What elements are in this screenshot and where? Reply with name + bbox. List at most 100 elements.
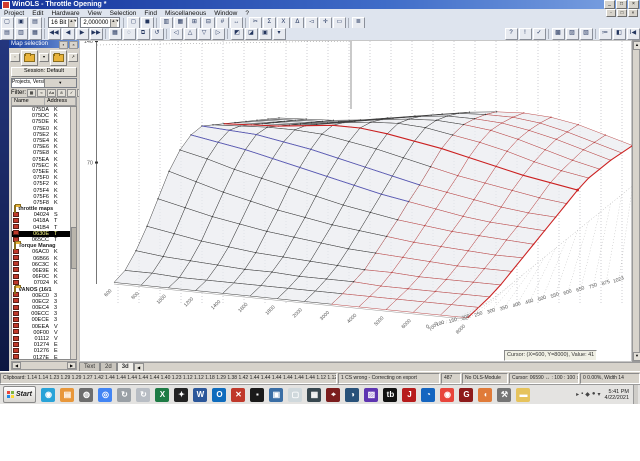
map-pack-1-button[interactable]: ▩ xyxy=(551,28,565,40)
menu-item-[interactable]: ? xyxy=(241,10,253,17)
map-list-row[interactable]: 075EC K xyxy=(12,163,76,169)
factor-combo[interactable]: 2,000000 ▲▼ xyxy=(80,17,121,28)
taskbar-icon-blue-bird[interactable]: ◔ xyxy=(421,387,436,402)
open-project-button[interactable] xyxy=(20,49,39,66)
import-file-button[interactable] xyxy=(49,49,68,66)
help-button[interactable]: ? xyxy=(504,28,518,40)
properties-button[interactable]: ▣ xyxy=(14,16,28,29)
previous-button[interactable]: ◅ xyxy=(304,16,318,29)
first-map-button[interactable]: ◀◀ xyxy=(47,28,61,40)
open-dropdown-button[interactable]: ▾ xyxy=(39,53,49,62)
scroll-up-icon[interactable]: ▲ xyxy=(633,41,640,50)
move-button[interactable]: ✛ xyxy=(318,16,332,29)
map-folder-row[interactable]: Torque Manag xyxy=(12,242,76,251)
cut-button[interactable]: ✂ xyxy=(248,16,262,29)
filter-button-2[interactable]: Aa xyxy=(47,89,56,97)
map-list-row[interactable]: 0127E E xyxy=(12,354,76,359)
table-button[interactable]: ▦ xyxy=(173,16,187,29)
map-list-row[interactable]: 075E8 K xyxy=(12,150,76,156)
map-pack-3-button[interactable]: ▧ xyxy=(579,28,593,40)
map-list-row[interactable]: 075DC K xyxy=(12,113,76,119)
tray-icon-4[interactable]: ▾ xyxy=(598,391,601,398)
taskbar-icon-explorer[interactable]: ▣ xyxy=(269,387,284,402)
map-list-row[interactable]: 0418A T xyxy=(12,217,76,224)
taskbar-icon-chrome-canary[interactable]: ◉ xyxy=(440,387,455,402)
window-control-1[interactable]: □ xyxy=(616,0,627,9)
undo-button[interactable]: ↺ xyxy=(150,28,164,40)
taskbar-icon-book[interactable]: ✦ xyxy=(174,387,189,402)
tray-icon-2[interactable]: ◆ xyxy=(585,391,590,398)
map-list-row[interactable]: 06F0C K xyxy=(12,273,76,280)
taskbar-icon-sync-2[interactable]: ↻ xyxy=(136,387,151,402)
text-view-button[interactable]: ▤ xyxy=(28,16,42,29)
print-button[interactable]: ▥ xyxy=(14,28,28,40)
project-button[interactable]: ▤ xyxy=(0,28,14,40)
taskbar-icon-chrome[interactable]: ◎ xyxy=(98,387,113,402)
list-scrollbar[interactable] xyxy=(70,107,76,359)
map-list-row[interactable]: 075F8 K xyxy=(12,200,76,206)
merge-button[interactable]: ⊟ xyxy=(201,16,215,29)
map-list-row[interactable]: 075DA K xyxy=(12,107,76,113)
menu-item-window[interactable]: Window xyxy=(210,10,241,17)
increase-fine-button[interactable]: ▷ xyxy=(211,28,225,40)
taskbar-icon-excel[interactable]: X xyxy=(155,387,170,402)
show-desktop-button[interactable] xyxy=(633,385,638,404)
new-button[interactable]: ▢ xyxy=(0,16,14,29)
width-button[interactable]: ↔ xyxy=(229,16,243,29)
chart-vertical-scrollbar[interactable]: ▲ ▼ xyxy=(632,40,640,362)
map-list-row[interactable]: 01276 E xyxy=(12,347,76,354)
map-list-row[interactable]: 075F2 K xyxy=(12,181,76,187)
view-mode-combo[interactable]: Projects, Versions & Maps (Ctrl ▼ xyxy=(11,78,77,88)
map-list-row[interactable]: 00ECE 3 xyxy=(12,316,76,323)
list-button[interactable]: ≣ xyxy=(351,16,365,29)
taskbar-icon-outlook[interactable]: O xyxy=(212,387,227,402)
next-map-button[interactable]: ▶ xyxy=(75,28,89,40)
version-view-button[interactable]: ◪ xyxy=(244,28,258,40)
filter-button-0[interactable]: ▦ xyxy=(27,89,36,97)
taskbar-icon-binoculars[interactable]: ◑ xyxy=(345,387,360,402)
tray-icon-1[interactable]: ▪ xyxy=(581,391,583,398)
scroll-left-icon[interactable]: ◀ xyxy=(12,362,21,369)
map-list-row[interactable]: 065CC T xyxy=(12,236,76,243)
taskbar-icon-photos[interactable]: ▨ xyxy=(364,387,379,402)
column-address[interactable]: Address xyxy=(45,98,76,105)
map-list-row[interactable]: 075E4 K xyxy=(12,138,76,144)
taskbar-icon-idm[interactable]: G xyxy=(459,387,474,402)
taskbar-icon-red-x[interactable]: ✕ xyxy=(231,387,246,402)
map-list-row[interactable]: 00F00 V xyxy=(12,329,76,336)
delta-button[interactable]: Δ xyxy=(290,16,304,29)
filter-button-3[interactable]: 8 xyxy=(57,89,66,97)
mdi-control-1[interactable]: □ xyxy=(617,9,627,17)
taskbar-icon-terminal[interactable]: ▪ xyxy=(250,387,265,402)
start-button[interactable]: Start xyxy=(3,386,36,403)
zoom-button[interactable]: ◌ xyxy=(122,28,136,40)
map-folder-row[interactable]: VANOS (16/1 xyxy=(12,285,76,294)
map-list-row[interactable]: 00EC2 3 xyxy=(12,298,76,305)
taskbar-icon-thunderbird[interactable]: tb xyxy=(383,387,398,402)
view-3d-button[interactable]: ◼ xyxy=(140,16,154,29)
last-map-button[interactable]: ▶▶ xyxy=(89,28,103,40)
selection-box-button[interactable]: ▭ xyxy=(332,16,346,29)
layout-button[interactable]: ◧ xyxy=(612,28,626,40)
map-list-row[interactable]: 00EC0 3 xyxy=(12,292,76,299)
clock[interactable]: 5:41 PM 4/22/2021 xyxy=(603,389,631,401)
map-list-row[interactable]: 075E0 K xyxy=(12,126,76,132)
map-list-row[interactable]: 075E2 K xyxy=(12,132,76,138)
map-list-row[interactable]: 0630E T xyxy=(12,230,76,237)
map-list-row[interactable]: 06AC0 K xyxy=(12,248,76,255)
split-button[interactable]: ⊞ xyxy=(187,16,201,29)
taskbar-icon-notes[interactable]: ▢ xyxy=(288,387,303,402)
menu-item-view[interactable]: View xyxy=(84,10,106,17)
map-list-row[interactable]: 075F0 K xyxy=(12,175,76,181)
filter-button-1[interactable]: ≈ xyxy=(37,89,46,97)
column-name[interactable]: Name xyxy=(12,98,45,105)
decrease-button[interactable]: ◁ xyxy=(169,28,183,40)
map-list-row[interactable]: 04024 S xyxy=(12,211,76,218)
taskbar-icon-app-grid[interactable]: ▦ xyxy=(307,387,322,402)
map-list-row[interactable]: 06C3C K xyxy=(12,261,76,268)
taskbar-icon-sticky[interactable]: ▬ xyxy=(516,387,531,402)
taskbar-icon-folder[interactable]: ▤ xyxy=(60,387,75,402)
tray-icon-3[interactable]: ● xyxy=(592,391,596,398)
map-list-row[interactable]: 075EA K xyxy=(12,157,76,163)
compare-button[interactable]: ⧉ xyxy=(136,28,150,40)
